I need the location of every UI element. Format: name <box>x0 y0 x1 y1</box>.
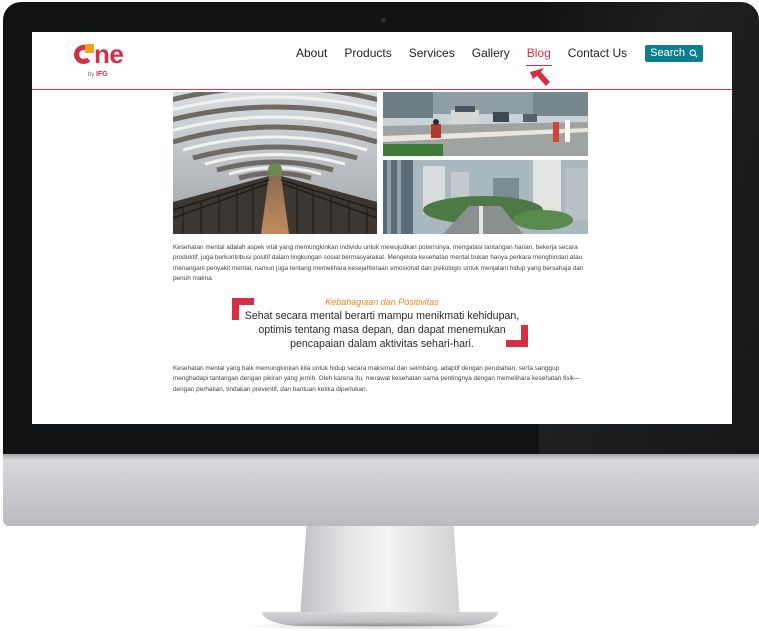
logo-by-text: by <box>88 72 95 78</box>
quote-subtitle: Kebahagiaan dan Positivitas <box>325 297 439 307</box>
nav-services[interactable]: Services <box>409 44 455 62</box>
search-button-label: Search <box>650 46 685 59</box>
cursor-pointer-icon <box>530 68 550 86</box>
stand-shadow <box>240 622 520 630</box>
monitor-stand-neck <box>300 526 460 618</box>
nav-gallery[interactable]: Gallery <box>472 44 510 62</box>
logo-wordmark: ne <box>74 39 124 69</box>
article-paragraph-1: Kesehatan mental adalah aspek vital yang… <box>173 244 584 283</box>
nav-contact-us[interactable]: Contact Us <box>568 44 627 62</box>
site-logo[interactable]: ne by IFG <box>74 39 124 78</box>
nav-products[interactable]: Products <box>344 44 391 62</box>
logo-byline: by IFG <box>88 71 108 78</box>
logo-brand-text: IFG <box>96 71 108 78</box>
city-aerial-graphic <box>383 160 588 234</box>
quote-close-icon <box>506 325 528 347</box>
browser-viewport: ne by IFG About Products Services Galler… <box>32 32 732 424</box>
bridge-tunnel-image <box>173 92 377 234</box>
camera-dot <box>381 18 386 23</box>
pull-quote: Sehat secara mental berarti mampu menikm… <box>244 310 520 351</box>
search-icon <box>689 49 698 58</box>
main-nav: About Products Services Gallery Blog Con… <box>296 44 703 66</box>
street-traffic-graphic <box>383 92 588 156</box>
nav-blog[interactable]: Blog <box>525 44 552 66</box>
article-paragraph-2: Kesehatan mental yang baik memungkinkan … <box>173 365 581 393</box>
monitor-chin <box>3 454 759 526</box>
search-button[interactable]: Search <box>645 44 703 62</box>
chin-shadow <box>3 454 759 460</box>
city-aerial-image <box>383 160 588 234</box>
nav-about[interactable]: About <box>296 44 327 62</box>
logo-text: ne <box>94 39 124 69</box>
bridge-tunnel-graphic <box>173 92 377 234</box>
site-header: ne by IFG About Products Services Galler… <box>32 32 732 90</box>
logo-c-icon <box>74 44 94 64</box>
street-traffic-image <box>383 92 588 156</box>
